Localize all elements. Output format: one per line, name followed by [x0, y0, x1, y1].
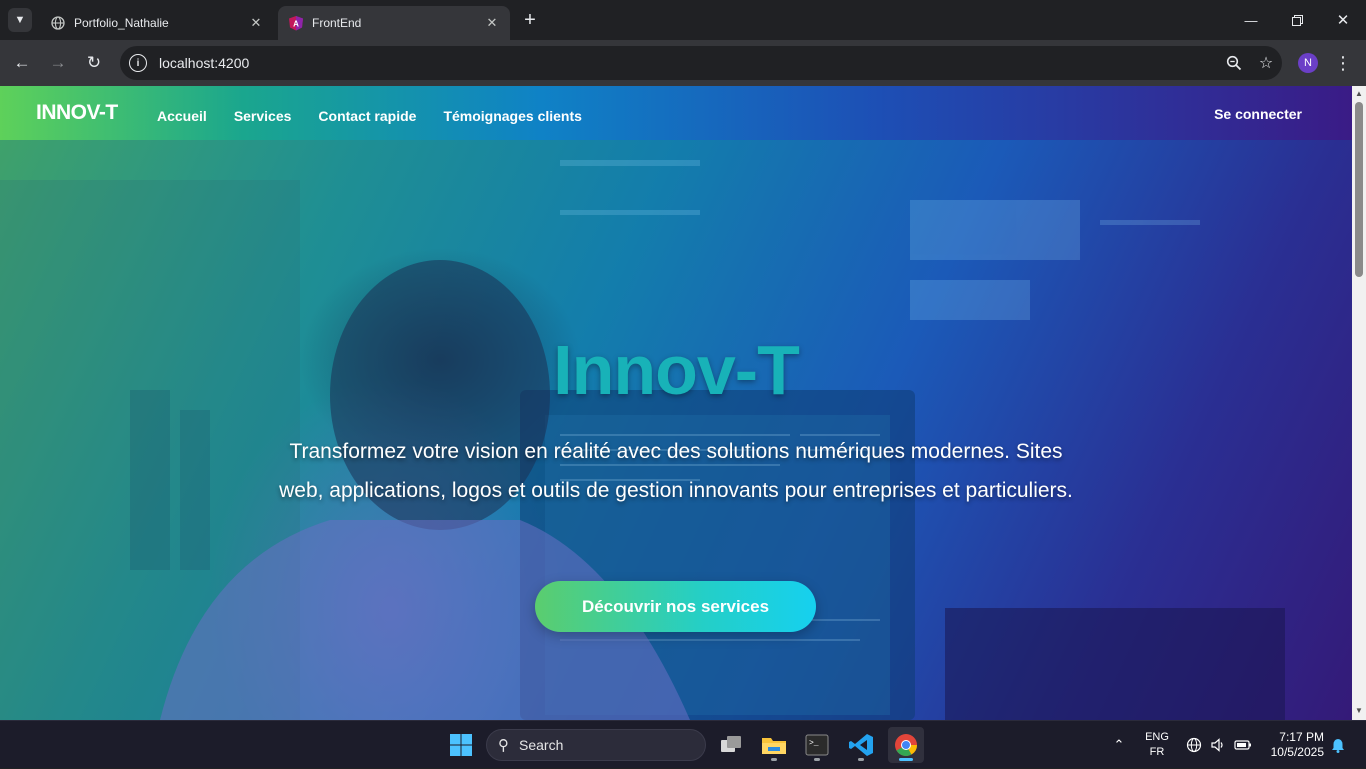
windows-logo-icon [450, 734, 472, 756]
discover-services-button[interactable]: Découvrir nos services [535, 581, 816, 632]
windows-taskbar: ⚲ Search >_ ⌃ ENG FR 7:17 PM 10/5/2025 [0, 720, 1366, 768]
restore-button[interactable] [1274, 0, 1320, 40]
forward-button[interactable]: → [44, 49, 72, 77]
taskbar-search[interactable]: ⚲ Search [486, 729, 706, 761]
restore-icon [1291, 14, 1303, 26]
page-viewport: INNOV-T Accueil Services Contact rapide … [0, 86, 1352, 720]
hero-content: Innov-T Transformez votre vision en réal… [0, 140, 1352, 720]
folder-icon [762, 738, 786, 754]
battery-icon[interactable] [1232, 721, 1254, 769]
minimize-icon: — [1244, 12, 1258, 28]
svg-text:>_: >_ [809, 739, 819, 748]
tab-frontend[interactable]: A FrontEnd ✕ [278, 6, 510, 40]
clock-time: 7:17 PM [1279, 730, 1324, 744]
tab-search-button[interactable]: ▼ [8, 8, 32, 32]
address-bar[interactable]: i localhost:4200 ☆ [120, 46, 1282, 80]
hero-section: Innov-T Transformez votre vision en réal… [0, 140, 1352, 720]
nav-link-temoignages[interactable]: Témoignages clients [443, 108, 581, 124]
new-tab-button[interactable]: + [518, 9, 542, 33]
page-scrollbar[interactable]: ▲ ▼ [1352, 86, 1366, 720]
chevron-up-icon: ⌃ [1113, 737, 1125, 752]
minimize-button[interactable]: — [1228, 0, 1274, 40]
nav-link-contact[interactable]: Contact rapide [318, 108, 416, 124]
chrome-button[interactable] [888, 727, 924, 763]
terminal-button[interactable]: >_ [799, 727, 835, 763]
language-secondary: FR [1149, 746, 1165, 758]
clock-date: 10/5/2025 [1270, 745, 1324, 759]
terminal-icon: >_ [805, 734, 829, 756]
system-clock[interactable]: 7:17 PM 10/5/2025 [1262, 730, 1324, 760]
scrollbar-thumb[interactable] [1355, 102, 1363, 277]
network-icon[interactable] [1184, 721, 1204, 769]
nav-link-accueil[interactable]: Accueil [157, 108, 207, 124]
globe-icon [50, 15, 66, 31]
hero-title: Innov-T [553, 331, 800, 409]
close-icon[interactable]: ✕ [248, 15, 264, 31]
search-placeholder: Search [519, 737, 564, 753]
info-icon[interactable]: i [129, 54, 147, 72]
close-window-button[interactable]: ✕ [1320, 0, 1366, 40]
reload-icon: ↻ [86, 53, 102, 72]
site-logo[interactable]: INNOV-T [36, 101, 118, 125]
chrome-icon [895, 734, 917, 756]
arrow-right-icon: → [49, 53, 67, 72]
task-view-icon [721, 736, 741, 752]
nav-link-services[interactable]: Services [234, 108, 292, 124]
more-menu-icon[interactable]: ⋮ [1333, 49, 1353, 77]
close-icon: ✕ [1336, 12, 1350, 29]
browser-tabstrip: ▼ Portfolio_Nathalie ✕ A FrontEnd ✕ + — … [0, 0, 1366, 40]
running-indicator [899, 758, 913, 761]
vscode-icon [849, 734, 873, 756]
volume-icon[interactable] [1208, 721, 1228, 769]
browser-toolbar: ← → ↻ i localhost:4200 ☆ N ⋮ [0, 40, 1366, 86]
hero-subtitle: Transformez votre vision en réalité avec… [279, 440, 1073, 502]
file-explorer-button[interactable] [756, 727, 792, 763]
chevron-down-icon: ▼ [14, 14, 26, 26]
vscode-button[interactable] [843, 727, 879, 763]
scroll-down-icon[interactable]: ▼ [1355, 706, 1363, 715]
login-link[interactable]: Se connecter [1214, 106, 1302, 122]
language-indicator[interactable]: ENG FR [1140, 730, 1174, 760]
svg-text:A: A [293, 20, 299, 29]
start-button[interactable] [443, 727, 479, 763]
show-hidden-icons-button[interactable]: ⌃ [1108, 721, 1130, 769]
nav-links: Accueil Services Contact rapide Témoigna… [157, 108, 582, 124]
arrow-left-icon: ← [13, 53, 31, 72]
scroll-up-icon[interactable]: ▲ [1355, 89, 1363, 98]
running-indicator [814, 758, 820, 761]
back-button[interactable]: ← [8, 49, 36, 77]
profile-avatar[interactable]: N [1298, 53, 1318, 73]
zoom-icon[interactable] [1218, 47, 1250, 79]
site-navbar: INNOV-T Accueil Services Contact rapide … [0, 86, 1352, 140]
close-icon[interactable]: ✕ [484, 15, 500, 31]
language-primary: ENG [1145, 731, 1169, 743]
tab-title: Portfolio_Nathalie [74, 16, 169, 30]
task-view-button[interactable] [713, 727, 749, 763]
search-icon: ⚲ [498, 737, 509, 754]
notification-bell-icon[interactable] [1328, 721, 1348, 769]
star-icon[interactable]: ☆ [1250, 47, 1282, 79]
url-text[interactable]: localhost:4200 [159, 55, 1218, 71]
tab-portfolio[interactable]: Portfolio_Nathalie ✕ [40, 6, 274, 40]
tab-title: FrontEnd [312, 16, 362, 30]
reload-button[interactable]: ↻ [80, 49, 108, 77]
running-indicator [771, 758, 777, 761]
running-indicator [858, 758, 864, 761]
angular-icon: A [288, 15, 304, 31]
